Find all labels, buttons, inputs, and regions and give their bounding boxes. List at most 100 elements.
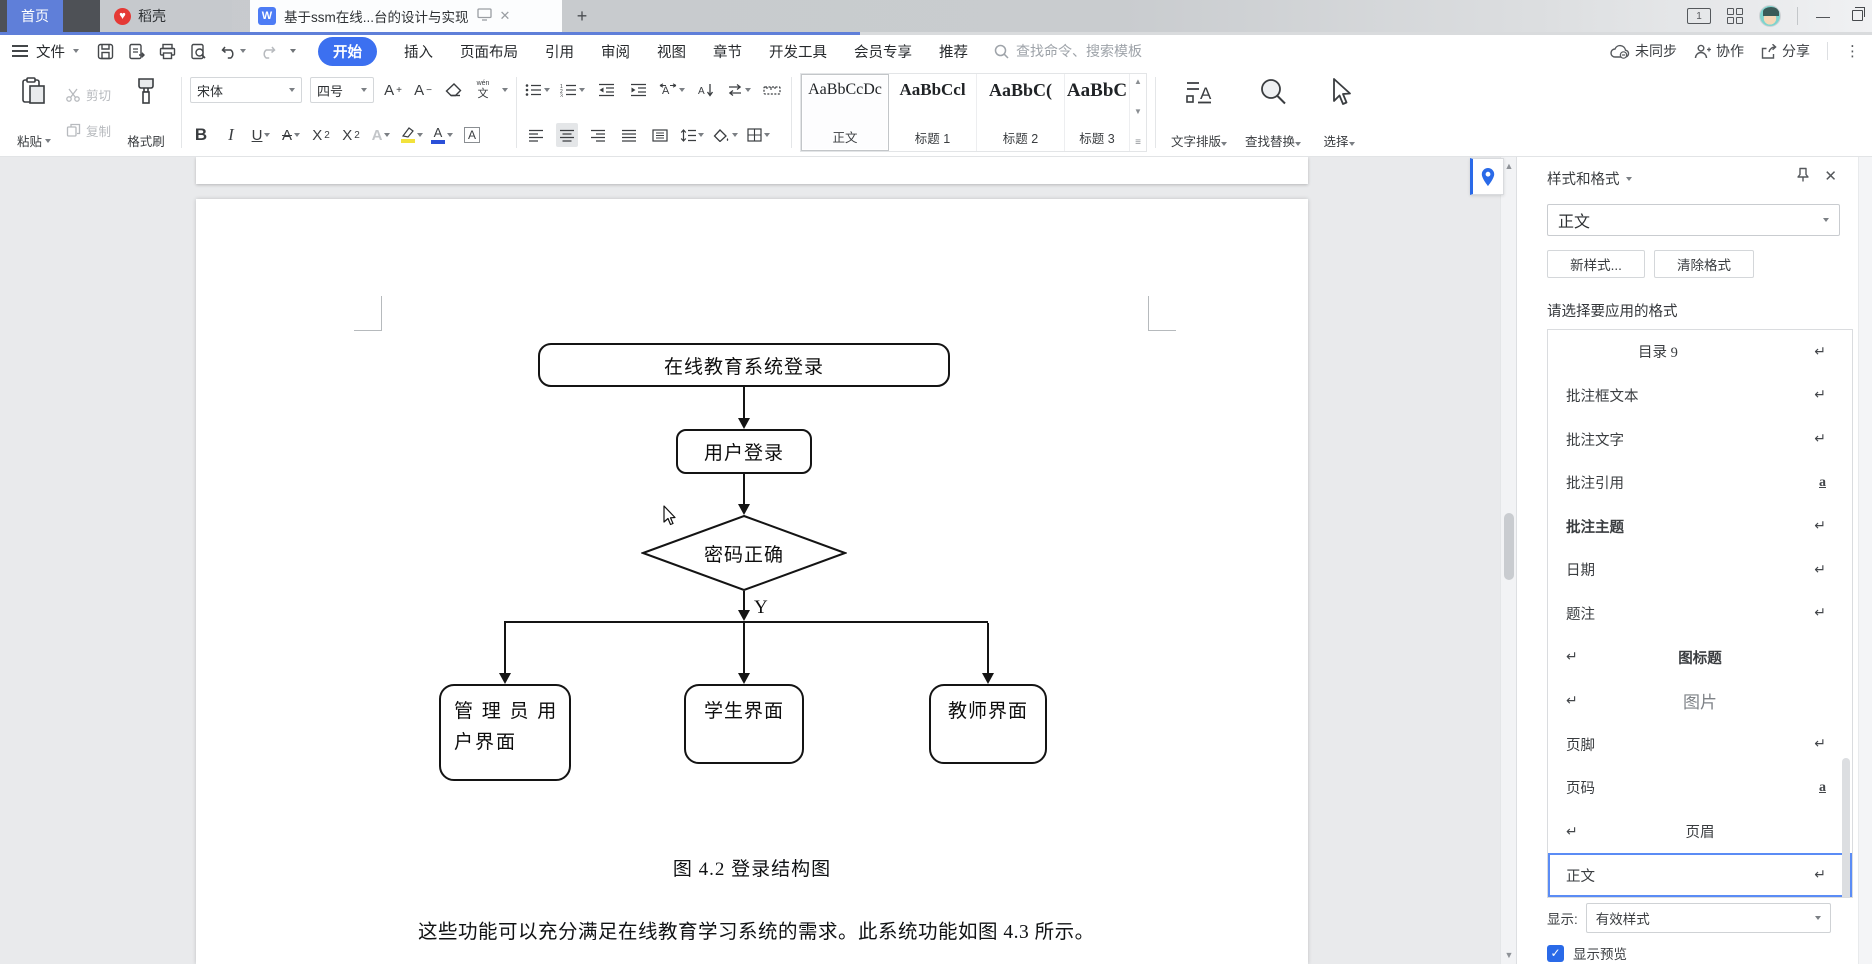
subscript-button[interactable]: X2 (340, 123, 362, 147)
document-tab[interactable]: W 基于ssm在线...台的设计与实现 ✕ (250, 0, 562, 32)
share-button[interactable]: 分享 (1761, 41, 1810, 61)
minimize-button[interactable]: — (1814, 8, 1832, 24)
screen-share-icon[interactable] (476, 8, 492, 24)
tab-view[interactable]: 视图 (657, 41, 686, 62)
gallery-more-icon[interactable]: ≡ (1135, 137, 1141, 148)
style-heading3-cell[interactable]: AaBbC 标题 3 (1065, 74, 1129, 151)
export-pdf-button[interactable] (128, 43, 145, 60)
font-name-combo[interactable]: 宋体 (190, 77, 303, 103)
highlight-color-button[interactable] (400, 123, 424, 147)
shading-button[interactable] (713, 123, 739, 147)
tab-close-icon[interactable]: ✕ (500, 8, 511, 24)
panel-scroll-strip[interactable] (1858, 157, 1872, 964)
redo-button[interactable] (260, 44, 276, 59)
borders-button[interactable] (747, 123, 771, 147)
pinyin-guide-button[interactable]: wén 文 (472, 78, 494, 102)
italic-button[interactable]: I (220, 123, 242, 147)
style-item-footer[interactable]: 页脚 ↵ (1548, 722, 1852, 766)
new-style-button[interactable]: 新样式... (1547, 250, 1645, 278)
style-heading2-cell[interactable]: AaBbC( 标题 2 (977, 74, 1066, 151)
tab-stops-button[interactable] (761, 78, 783, 102)
document-page[interactable]: 在线教育系统登录 用户登录 密码正确 Y 管 理 员 用 户界面 学生界面 教师… (196, 199, 1308, 964)
style-item-comment-text[interactable]: 批注文字 ↵ (1548, 417, 1852, 461)
style-item-caption[interactable]: 题注 ↵ (1548, 592, 1852, 636)
document-canvas[interactable]: 在线教育系统登录 用户登录 密码正确 Y 管 理 员 用 户界面 学生界面 教师… (0, 157, 1500, 964)
decrease-font-button[interactable]: A − (412, 78, 434, 102)
save-button[interactable] (97, 43, 114, 60)
align-left-button[interactable] (525, 123, 547, 147)
new-tab-button[interactable]: + (570, 4, 594, 28)
style-item-comment-subject[interactable]: 批注主题 ↵ (1548, 504, 1852, 548)
format-painter-button[interactable]: 格式刷 (117, 73, 175, 152)
more-options-icon[interactable]: ⋮ (1845, 42, 1860, 60)
text-direction-button[interactable] (727, 78, 752, 102)
tab-recommend[interactable]: 推荐 (939, 41, 968, 62)
tab-member[interactable]: 会员专享 (854, 41, 912, 62)
font-size-combo[interactable]: 四号 (310, 77, 375, 103)
underline-button[interactable]: U (250, 123, 272, 147)
undo-dropdown-icon[interactable] (240, 49, 246, 53)
distribute-button[interactable] (649, 123, 671, 147)
cut-button[interactable]: 剪切 (66, 85, 111, 104)
style-item-figure-title[interactable]: 图标题 ↵ (1548, 635, 1852, 679)
command-search-box[interactable]: 查找命令、搜索模板 (994, 41, 1142, 61)
tab-review[interactable]: 审阅 (601, 41, 630, 62)
increase-font-button[interactable]: A + (382, 78, 404, 102)
line-spacing-button[interactable] (680, 123, 705, 147)
style-item-page-number[interactable]: 页码 a (1548, 766, 1852, 810)
collaborate-button[interactable]: 协作 (1694, 41, 1744, 61)
strikethrough-button[interactable]: A (280, 123, 302, 147)
print-button[interactable] (159, 43, 176, 60)
text-effects-button[interactable]: A (370, 123, 392, 147)
customize-quickbar-icon[interactable] (290, 49, 296, 53)
select-button[interactable]: 选择 (1310, 73, 1368, 152)
style-item-toc9[interactable]: 目录 9 ↵ (1548, 330, 1852, 374)
flowchart-teacher-node[interactable]: 教师界面 (929, 684, 1047, 764)
superscript-button[interactable]: X2 (310, 123, 332, 147)
character-border-button[interactable]: A (461, 123, 483, 147)
align-right-button[interactable] (587, 123, 609, 147)
pinyin-dropdown-icon[interactable] (502, 88, 509, 92)
style-item-picture[interactable]: 图片 ↵ (1548, 679, 1852, 723)
align-center-button[interactable] (556, 123, 579, 147)
clear-format-button[interactable]: 清除格式 (1654, 250, 1754, 278)
app-grid-icon[interactable] (1727, 8, 1743, 24)
current-style-combo[interactable]: 正文 (1547, 204, 1840, 236)
close-panel-icon[interactable]: ✕ (1824, 167, 1837, 185)
decrease-indent-button[interactable] (595, 78, 617, 102)
numbering-button[interactable]: 123 (560, 78, 586, 102)
font-color-button[interactable]: A (431, 123, 454, 147)
tab-references[interactable]: 引用 (545, 41, 574, 62)
style-item-normal-selected[interactable]: 正文 ↵ (1548, 853, 1852, 897)
flowchart-login-node[interactable]: 用户登录 (676, 429, 812, 474)
flowchart-start-node[interactable]: 在线教育系统登录 (538, 343, 950, 387)
style-list-scrollbar-thumb[interactable] (1842, 758, 1850, 897)
pin-panel-icon[interactable] (1795, 167, 1811, 183)
text-layout-button[interactable]: A 文字排版 (1162, 73, 1236, 152)
character-scale-button[interactable]: A (659, 78, 686, 102)
tab-dev-tools[interactable]: 开发工具 (769, 41, 827, 62)
flowchart-admin-node[interactable]: 管 理 员 用户界面 (439, 684, 571, 781)
document-scrollbar[interactable]: ▲ ▼ (1500, 157, 1516, 964)
copy-button[interactable]: 复制 (66, 121, 111, 140)
tab-home[interactable]: 开始 (318, 36, 377, 66)
scrollbar-thumb[interactable] (1504, 513, 1514, 580)
undo-button[interactable] (221, 44, 246, 59)
find-replace-button[interactable]: 查找替换 (1236, 73, 1310, 152)
clear-format-button[interactable] (442, 78, 464, 102)
gallery-up-icon[interactable]: ▲ (1134, 77, 1142, 86)
show-filter-combo[interactable]: 有效样式 (1585, 903, 1831, 933)
navigation-pin-button[interactable] (1470, 158, 1504, 195)
docer-tab[interactable]: ♥ 稻壳 (100, 0, 232, 32)
tab-page-layout[interactable]: 页面布局 (460, 41, 518, 62)
justify-button[interactable] (618, 123, 640, 147)
flowchart-student-node[interactable]: 学生界面 (684, 684, 804, 764)
gallery-down-icon[interactable]: ▼ (1134, 107, 1142, 116)
file-menu[interactable]: 文件 (12, 41, 79, 62)
style-item-balloon-text[interactable]: 批注框文本 ↵ (1548, 374, 1852, 418)
tab-section[interactable]: 章节 (713, 41, 742, 62)
style-item-header[interactable]: 页眉 ↵ (1548, 810, 1852, 854)
bold-button[interactable]: B (190, 123, 212, 147)
sync-status-button[interactable]: 未同步 (1610, 41, 1677, 61)
style-item-comment-reference[interactable]: 批注引用 a (1548, 461, 1852, 505)
